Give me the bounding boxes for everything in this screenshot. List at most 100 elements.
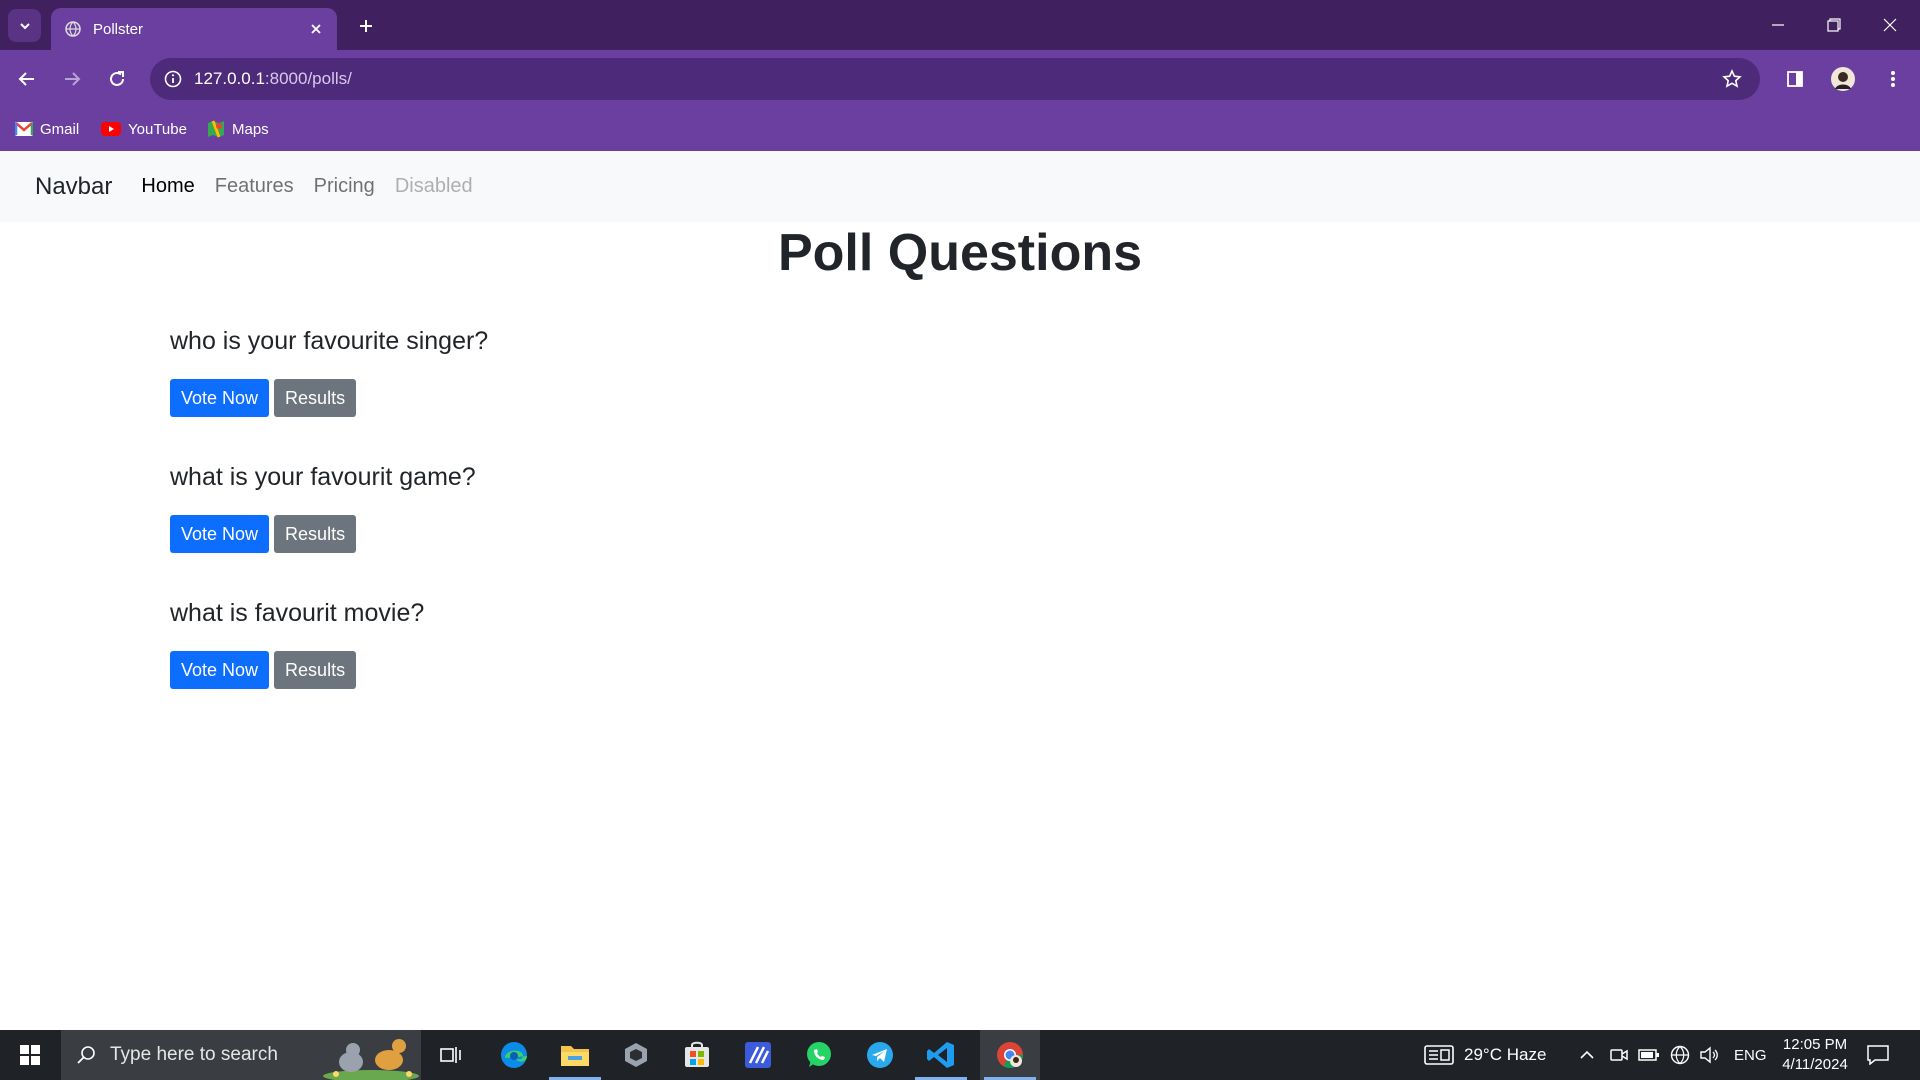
taskbar-microsoft-store[interactable]	[667, 1030, 727, 1080]
profile-avatar[interactable]	[1826, 62, 1860, 96]
browser-tab-strip: Pollster	[0, 0, 1920, 50]
maps-icon	[208, 120, 224, 138]
url-path: :8000/polls/	[264, 69, 352, 88]
language-text: ENG	[1734, 1046, 1767, 1064]
side-panel-icon	[1787, 71, 1803, 87]
close-icon	[1883, 18, 1897, 32]
chrome-icon	[997, 1042, 1024, 1069]
whatsapp-icon	[807, 1042, 831, 1067]
bookmark-youtube[interactable]: YouTube	[101, 116, 187, 142]
page-title: Poll Questions	[777, 224, 1143, 282]
weather-widget[interactable]: 29°C Haze	[1424, 1030, 1546, 1080]
gmail-icon	[15, 122, 33, 136]
taskbar-search-box[interactable]: Type here to search	[61, 1030, 421, 1080]
vote-now-button[interactable]: Vote Now	[170, 515, 270, 553]
clock-date: 4/11/2024	[1782, 1056, 1848, 1073]
store-icon	[685, 1041, 709, 1067]
task-view-button[interactable]	[421, 1030, 481, 1080]
bookmark-gmail[interactable]: Gmail	[15, 116, 79, 142]
taskbar-app-unity[interactable]	[606, 1030, 666, 1080]
battery-tray[interactable]	[1638, 1030, 1660, 1080]
poll-actions: Vote Now Results	[170, 651, 424, 689]
site-info-icon[interactable]	[164, 70, 182, 88]
back-button[interactable]	[10, 62, 44, 96]
plus-icon	[360, 20, 372, 32]
weather-icon	[1424, 1045, 1454, 1065]
app-launcher-icon	[745, 1042, 771, 1068]
restore-icon	[1827, 18, 1841, 32]
arrow-left-icon	[18, 72, 34, 86]
site-navbar: Navbar Home Features Pricing Disabled	[0, 151, 1920, 222]
taskbar-file-explorer[interactable]	[545, 1030, 605, 1080]
unity-hub-icon	[625, 1043, 647, 1067]
telegram-icon	[867, 1042, 893, 1068]
poll-question: what is favourit movie?	[170, 599, 425, 627]
bookmark-label: Maps	[232, 120, 269, 138]
youtube-icon	[101, 122, 121, 136]
camera-icon	[1610, 1049, 1628, 1061]
start-button[interactable]	[0, 1030, 60, 1080]
weather-text: 29°C Haze	[1464, 1045, 1547, 1064]
browser-toolbar: 127.0.0.1:8000/polls/	[0, 50, 1920, 108]
taskbar-chrome[interactable]	[980, 1030, 1040, 1080]
meet-now-tray[interactable]	[1610, 1030, 1628, 1080]
url-text: 127.0.0.1:8000/polls/	[194, 69, 352, 89]
poll-question: what is your favourit game?	[170, 463, 476, 491]
poll-item: what is your favourit game? Vote Now Res…	[170, 461, 476, 553]
chevron-down-icon	[19, 22, 30, 29]
close-tab-icon[interactable]	[309, 22, 323, 36]
reload-icon	[110, 71, 124, 86]
results-button[interactable]: Results	[274, 651, 357, 689]
tab-title: Pollster	[93, 20, 144, 38]
forward-button[interactable]	[55, 62, 89, 96]
nav-link-pricing[interactable]: Pricing	[314, 175, 375, 198]
results-button[interactable]: Results	[274, 515, 357, 553]
poll-item: what is favourit movie? Vote Now Results	[170, 597, 424, 689]
restore-button[interactable]	[1806, 0, 1862, 50]
windows-logo-icon	[20, 1045, 40, 1065]
navbar-brand[interactable]: Navbar	[35, 173, 112, 201]
search-placeholder: Type here to search	[110, 1044, 278, 1065]
bookmarks-bar: Gmail YouTube Maps	[0, 108, 1920, 151]
system-clock[interactable]: 12:05 PM 4/11/2024	[1770, 1035, 1860, 1075]
taskbar-edge[interactable]	[484, 1030, 544, 1080]
taskbar-whatsapp[interactable]	[789, 1030, 849, 1080]
bookmark-maps[interactable]: Maps	[207, 116, 269, 142]
bookmark-star-icon[interactable]	[1722, 69, 1742, 89]
menu-button[interactable]	[1876, 62, 1910, 96]
arrow-right-icon	[65, 72, 81, 86]
bookmark-label: Gmail	[40, 120, 80, 138]
notification-icon	[1867, 1045, 1889, 1065]
poll-question: who is your favourite singer?	[170, 327, 489, 355]
chevron-up-icon	[1580, 1050, 1594, 1059]
reload-button[interactable]	[100, 62, 134, 96]
nav-link-features[interactable]: Features	[215, 175, 294, 198]
minimize-icon	[1772, 24, 1784, 26]
windows-taskbar: Type here to search 29°C Haze ENG 12:05 …	[0, 1030, 1920, 1080]
network-tray[interactable]	[1670, 1030, 1690, 1080]
avatar-icon	[1831, 67, 1855, 91]
vote-now-button[interactable]: Vote Now	[170, 651, 270, 689]
poll-item: who is your favourite singer? Vote Now R…	[170, 325, 488, 417]
new-tab-button[interactable]	[352, 12, 380, 40]
task-view-icon	[440, 1047, 461, 1063]
side-panel-button[interactable]	[1778, 62, 1812, 96]
nav-link-home[interactable]: Home	[141, 175, 194, 198]
bookmark-label: YouTube	[128, 120, 187, 138]
minimize-button[interactable]	[1750, 0, 1806, 50]
close-window-button[interactable]	[1862, 0, 1918, 50]
vote-now-button[interactable]: Vote Now	[170, 379, 270, 417]
tab-pollster[interactable]: Pollster	[51, 8, 337, 50]
show-hidden-icons-button[interactable]	[1579, 1030, 1595, 1080]
results-button[interactable]: Results	[274, 379, 357, 417]
taskbar-app-dev[interactable]	[728, 1030, 788, 1080]
language-indicator[interactable]: ENG	[1734, 1030, 1767, 1080]
address-bar[interactable]: 127.0.0.1:8000/polls/	[150, 58, 1760, 100]
tab-search-button[interactable]	[8, 9, 41, 42]
volume-tray[interactable]	[1699, 1030, 1719, 1080]
notification-center-button[interactable]	[1867, 1030, 1889, 1080]
taskbar-telegram[interactable]	[850, 1030, 910, 1080]
globe-network-icon	[1670, 1045, 1690, 1065]
search-icon	[77, 1046, 95, 1064]
taskbar-vscode[interactable]	[911, 1030, 971, 1080]
